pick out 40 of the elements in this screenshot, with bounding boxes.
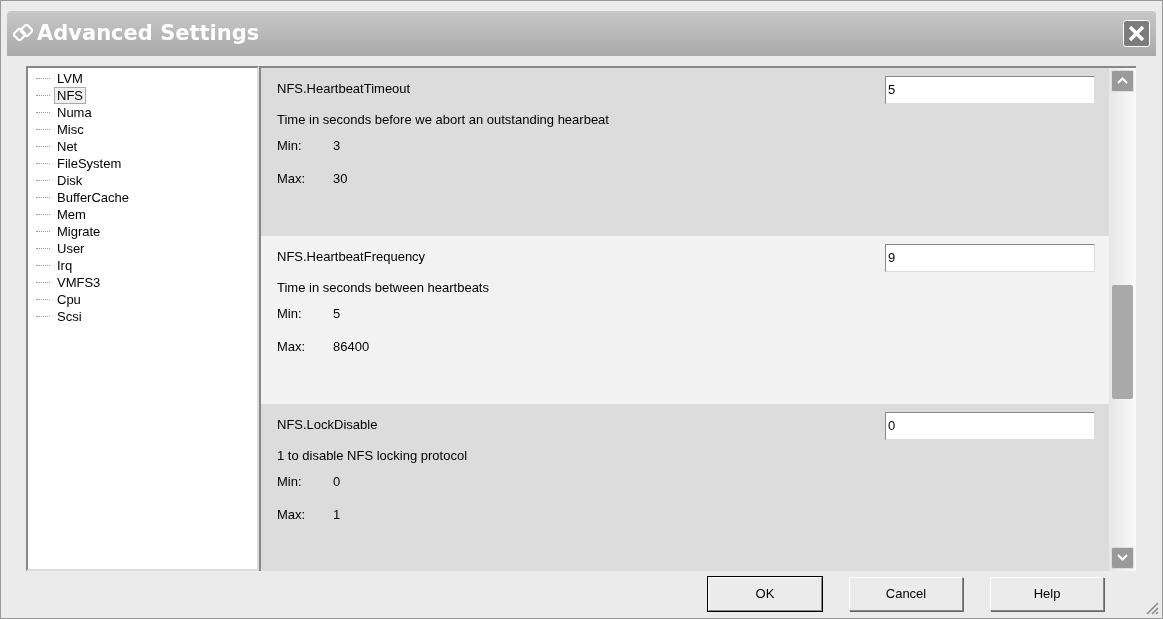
range-label: Max:	[277, 337, 307, 356]
range-value: 0	[333, 473, 341, 492]
range-label: Min:	[277, 137, 303, 156]
value-field[interactable]: 5	[885, 75, 1095, 104]
range-value: 86400	[333, 337, 370, 356]
range-value: 1	[333, 505, 341, 524]
dialog-button[interactable]: Cancel	[849, 576, 963, 611]
setting-name: NFS.HeartbeatFrequency	[277, 248, 426, 267]
tree-item[interactable]: Irq	[54, 256, 76, 274]
tree-item[interactable]: Disk	[54, 171, 86, 189]
range-value: 5	[333, 305, 341, 324]
tree-item[interactable]: VMFS3	[54, 273, 104, 291]
tree-item[interactable]: LVM	[54, 69, 86, 87]
range-value: 3	[333, 137, 341, 156]
range-label: Max:	[277, 169, 307, 188]
setting-name: NFS.LockDisable	[277, 416, 378, 435]
setting-description: 1 to disable NFS locking protocol	[277, 447, 469, 466]
tree-item[interactable]: Migrate	[54, 222, 104, 240]
tree-item[interactable]: Scsi	[54, 307, 85, 325]
value-field[interactable]: 0	[885, 411, 1095, 440]
tree-item[interactable]: BufferCache	[54, 188, 133, 206]
value-field[interactable]: 9	[885, 243, 1095, 272]
range-label: Min:	[277, 473, 303, 492]
tree-item[interactable]: Net	[54, 137, 81, 155]
range-value: 30	[333, 169, 348, 188]
window-title: Advanced Settings	[37, 19, 260, 47]
range-label: Max:	[277, 505, 307, 524]
tree-item[interactable]: Mem	[54, 205, 89, 223]
setting-name: NFS.HeartbeatTimeout	[277, 80, 411, 99]
tree-item[interactable]: Misc	[54, 120, 87, 138]
tree-item[interactable]: User	[54, 239, 88, 257]
tree-item[interactable]: NFS	[54, 86, 86, 104]
tree-item[interactable]: FileSystem	[54, 154, 125, 172]
tree-item[interactable]: Cpu	[54, 290, 84, 308]
dialog-button[interactable]: Help	[990, 576, 1104, 611]
tree-item[interactable]: Numa	[54, 103, 95, 121]
range-label: Min:	[277, 305, 303, 324]
setting-description: Time in seconds before we abort an outstanding hearbeat	[277, 111, 610, 130]
dialog-button[interactable]: OK	[708, 576, 822, 611]
setting-description: Time in seconds between heartbeats	[277, 279, 490, 298]
